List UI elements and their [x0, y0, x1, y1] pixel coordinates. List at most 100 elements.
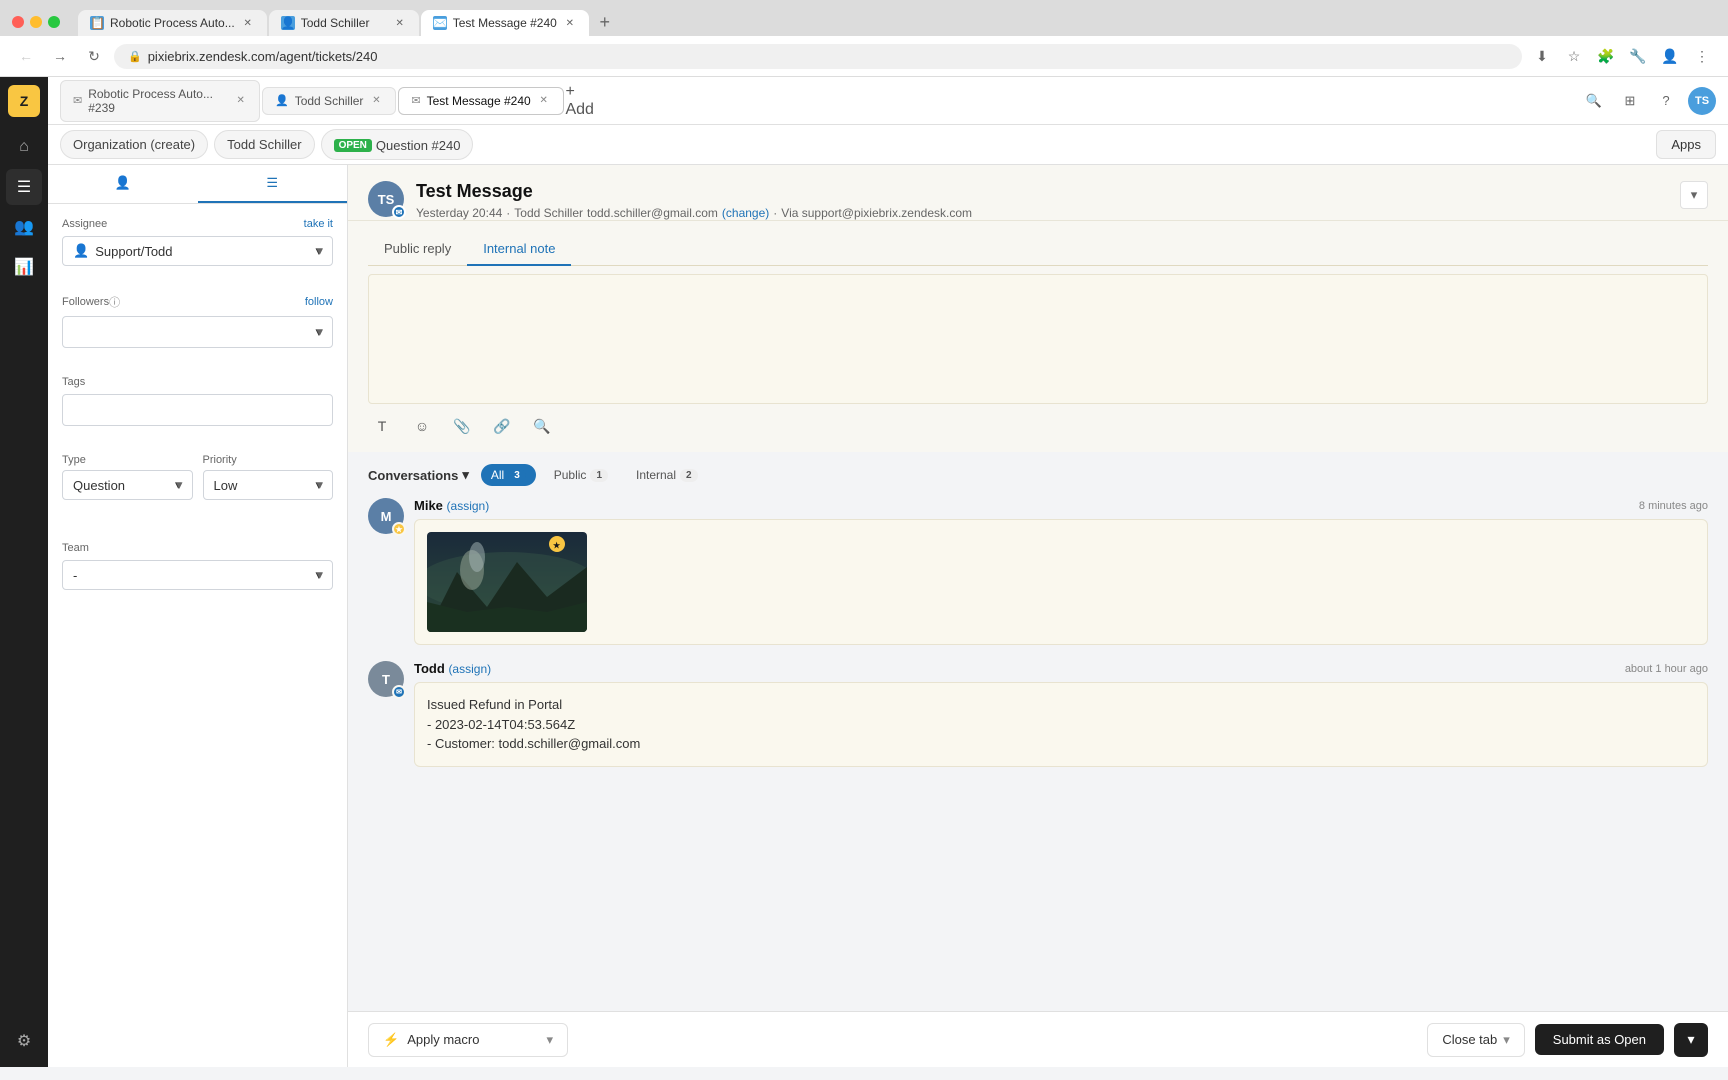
browser-user-icon[interactable]: 👤	[1656, 42, 1684, 70]
tab-test-message[interactable]: ✉ Test Message #240 ✕	[398, 87, 563, 115]
tab-favicon-3: ✉️	[433, 16, 447, 30]
pixiebrix-icon[interactable]: 🧩	[1592, 42, 1620, 70]
follow-link[interactable]: follow	[305, 296, 333, 308]
browser-tab-1[interactable]: 📋 Robotic Process Auto... ✕	[78, 10, 267, 36]
top-bar-actions: 🔍 ⊞ ? TS	[1580, 87, 1716, 115]
emoji-button[interactable]: ☺	[408, 412, 436, 440]
tags-input[interactable]	[62, 394, 333, 426]
org-nav-item[interactable]: Organization (create)	[60, 130, 208, 159]
ticket-expand-button[interactable]: ▾	[1680, 181, 1708, 209]
help-button[interactable]: ?	[1652, 87, 1680, 115]
todd-assign-link[interactable]: (assign)	[448, 662, 491, 676]
mike-author-row: Mike (assign)	[414, 498, 489, 513]
public-reply-label: Public reply	[384, 241, 451, 256]
assignee-select[interactable]: 👤 Support/Todd ▾	[62, 236, 333, 266]
ticket-change-link[interactable]: (change)	[722, 206, 769, 220]
minimize-traffic-light[interactable]	[30, 16, 42, 28]
ticket-nav-item[interactable]: OPEN Question #240	[321, 129, 474, 160]
tab-todd-schiller[interactable]: 👤 Todd Schiller ✕	[262, 87, 396, 115]
browser-tab-2[interactable]: 👤 Todd Schiller ✕	[269, 10, 419, 36]
mike-message-header: Mike (assign) 8 minutes ago	[414, 498, 1708, 513]
followers-section: Followers ⓘ follow ▾	[48, 280, 347, 362]
extensions-icon[interactable]: 🔧	[1624, 42, 1652, 70]
bookmark-button[interactable]: ☆	[1560, 42, 1588, 70]
submit-dropdown-icon: ▾	[1687, 1031, 1694, 1048]
address-bar[interactable]: 🔒 pixiebrix.zendesk.com/agent/tickets/24…	[114, 44, 1522, 69]
conversations-title[interactable]: Conversations ▾	[368, 467, 469, 483]
conv-tab-internal[interactable]: Internal 2	[626, 464, 708, 486]
sidebar-item-settings[interactable]: ⚙	[6, 1023, 42, 1059]
tickets-icon: ☰	[17, 177, 31, 197]
submit-chevron-button[interactable]: ▾	[1674, 1023, 1708, 1057]
user-avatar[interactable]: TS	[1688, 87, 1716, 115]
add-tab-button[interactable]: + Add	[566, 87, 594, 115]
text-format-button[interactable]: T	[368, 412, 396, 440]
attachment-button[interactable]: 📎	[448, 412, 476, 440]
followers-help: ⓘ	[109, 294, 120, 310]
menu-icon[interactable]: ⋮	[1688, 42, 1716, 70]
apply-macro-chevron: ▾	[546, 1032, 553, 1048]
ticket-sender-avatar: TS ✉	[368, 181, 404, 217]
tab-test-message-close[interactable]: ✕	[537, 94, 551, 108]
tab-internal-note[interactable]: Internal note	[467, 233, 571, 266]
submit-button[interactable]: Submit as Open	[1535, 1024, 1664, 1055]
sidebar-tab-info[interactable]: ☰	[198, 165, 348, 203]
tab-close-2[interactable]: ✕	[393, 16, 407, 30]
conv-tab-public[interactable]: Public 1	[544, 464, 618, 486]
user-nav-item[interactable]: Todd Schiller	[214, 130, 314, 159]
sidebar-tab-user[interactable]: 👤	[48, 165, 198, 203]
ticket-tab-list: ✉ Robotic Process Auto... #239 ✕ 👤 Todd …	[60, 80, 1580, 122]
link-button[interactable]: 🔗	[488, 412, 516, 440]
close-traffic-light[interactable]	[12, 16, 24, 28]
forward-button[interactable]: →	[46, 42, 74, 70]
apply-macro-button[interactable]: ⚡ Apply macro ▾	[368, 1023, 568, 1057]
team-select[interactable]: - ▾	[62, 560, 333, 590]
ticket-email: todd.schiller@gmail.com	[587, 206, 718, 220]
type-select[interactable]: Question ▾	[62, 470, 193, 500]
sidebar-item-reporting[interactable]: 📊	[6, 249, 42, 285]
maximize-traffic-light[interactable]	[48, 16, 60, 28]
sidebar-item-tickets[interactable]: ☰	[6, 169, 42, 205]
mike-assign-link[interactable]: (assign)	[447, 499, 490, 513]
public-tab-count: 1	[590, 469, 608, 482]
back-button[interactable]: ←	[12, 42, 40, 70]
tab-robotic-close[interactable]: ✕	[234, 94, 247, 108]
tab-public-reply[interactable]: Public reply	[368, 233, 467, 266]
conv-tab-all[interactable]: All 3	[481, 464, 536, 486]
tab-todd-close[interactable]: ✕	[369, 94, 383, 108]
tab-close-3[interactable]: ✕	[563, 16, 577, 30]
lock-icon: 🔒	[128, 50, 142, 63]
app-logo[interactable]: Z	[8, 85, 40, 117]
address-text: pixiebrix.zendesk.com/agent/tickets/240	[148, 49, 378, 64]
download-button[interactable]: ⬇	[1528, 42, 1556, 70]
browser-tab-3[interactable]: ✉️ Test Message #240 ✕	[421, 10, 589, 36]
assignee-label: Assignee	[62, 218, 107, 230]
reply-editor[interactable]	[368, 274, 1708, 404]
search-button[interactable]: 🔍	[1580, 87, 1608, 115]
followers-field[interactable]: ▾	[62, 316, 333, 348]
refresh-button[interactable]: ↻	[80, 42, 108, 70]
tab-todd-label: Todd Schiller	[295, 94, 364, 108]
tab-robotic-process[interactable]: ✉ Robotic Process Auto... #239 ✕	[60, 80, 260, 122]
type-col: Type Question ▾	[62, 454, 193, 500]
conversations-label: Conversations	[368, 468, 458, 483]
close-tab-label: Close tab	[1442, 1032, 1497, 1047]
text-icon: T	[378, 418, 387, 434]
team-chevron: ▾	[315, 567, 322, 583]
sidebar-item-home[interactable]: ⌂	[6, 129, 42, 165]
followers-label-row: Followers ⓘ follow	[62, 294, 333, 310]
sidebar-item-users[interactable]: 👥	[6, 209, 42, 245]
grid-button[interactable]: ⊞	[1616, 87, 1644, 115]
assignee-label-row: Assignee take it	[62, 218, 333, 230]
tab-close-1[interactable]: ✕	[241, 16, 255, 30]
close-tab-button[interactable]: Close tab ▾	[1427, 1023, 1524, 1057]
assignee-value: Support/Todd	[95, 244, 172, 259]
apps-button[interactable]: Apps	[1656, 130, 1716, 159]
new-tab-button[interactable]: +	[591, 8, 619, 36]
take-it-link[interactable]: take it	[304, 218, 333, 230]
search-content-button[interactable]: 🔍	[528, 412, 556, 440]
priority-select[interactable]: Low ▾	[203, 470, 334, 500]
priority-label: Priority	[203, 454, 334, 466]
reply-compose-area: Public reply Internal note T ☺	[348, 221, 1728, 452]
email-icon-tab1: ✉	[73, 94, 82, 107]
